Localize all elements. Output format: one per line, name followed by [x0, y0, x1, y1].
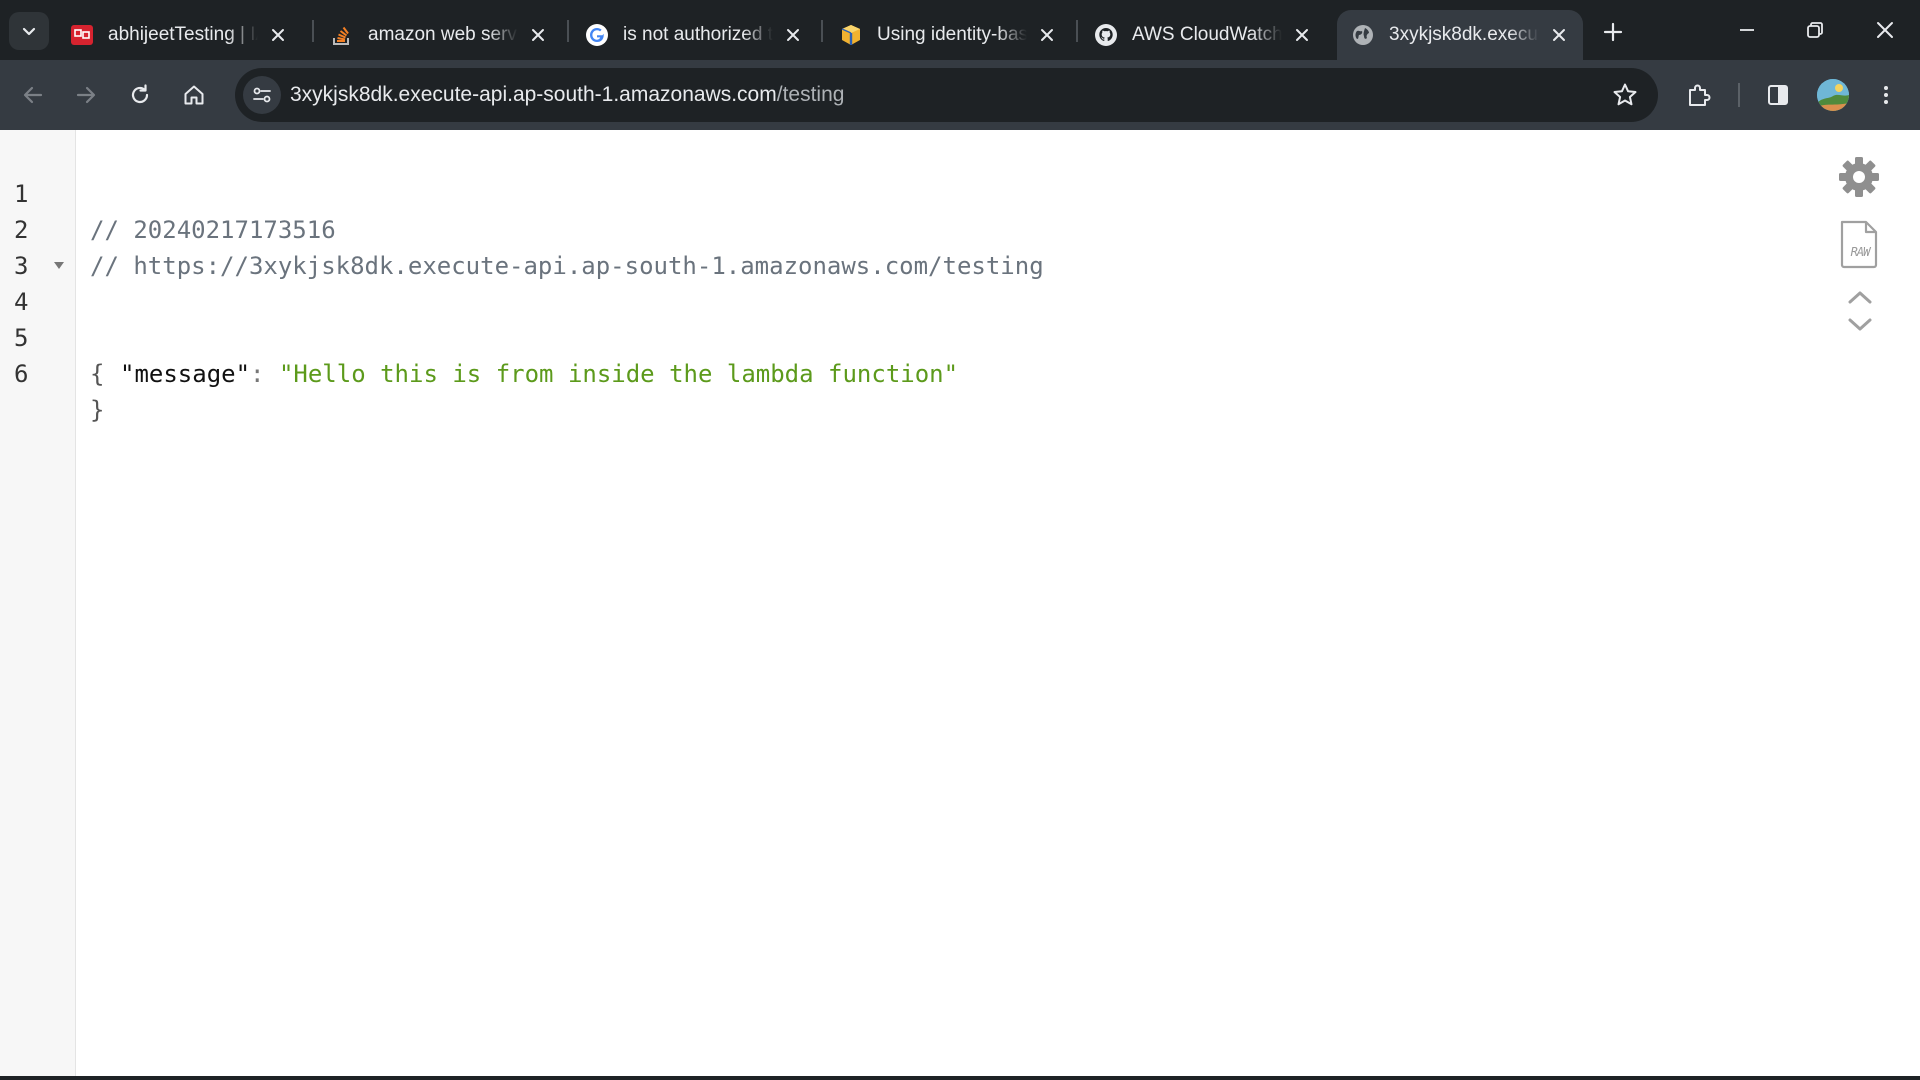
tab-google[interactable]: is not authorized to	[571, 10, 817, 60]
arrow-right-icon	[76, 86, 96, 104]
aws-docs-icon	[839, 23, 863, 47]
restore-icon	[1807, 22, 1823, 38]
chevron-down-icon	[22, 27, 36, 36]
code-line: 4 {	[0, 248, 1800, 388]
avatar-icon	[1817, 79, 1849, 111]
side-panel-icon	[1768, 85, 1788, 105]
tune-icon	[253, 87, 271, 103]
tab-execute-api[interactable]: 3xykjsk8dk.execute-api	[1337, 10, 1583, 60]
tab-strip: abhijeetTesting | IAM amazon web service…	[0, 0, 1920, 60]
minimize-button[interactable]	[1727, 10, 1767, 50]
collapse-all-button[interactable]	[1846, 314, 1874, 336]
tab-title: AWS CloudWatch Logs	[1132, 24, 1282, 45]
close-brace: }	[90, 396, 105, 424]
stackoverflow-icon	[330, 23, 354, 47]
json-property: "message": "Hello this is from inside th…	[120, 356, 958, 392]
close-icon[interactable]	[1292, 25, 1312, 45]
browser-toolbar: 3xykjsk8dk.execute-api.ap-south-1.amazon…	[0, 60, 1920, 130]
home-button[interactable]	[174, 75, 214, 115]
aws-iam-icon	[70, 23, 94, 47]
tab-search-button[interactable]	[9, 12, 49, 50]
tab-aws-docs[interactable]: Using identity-based	[825, 10, 1071, 60]
raw-label: RAW	[1850, 245, 1871, 259]
gear-icon	[1839, 157, 1879, 197]
toolbar-separator	[1738, 83, 1740, 107]
kebab-menu-icon	[1884, 86, 1888, 104]
close-icon	[1877, 22, 1893, 38]
tab-github[interactable]: AWS CloudWatch Logs	[1080, 10, 1326, 60]
tab-stackoverflow[interactable]: amazon web services	[316, 10, 562, 60]
json-key: "message"	[120, 360, 251, 388]
profile-avatar[interactable]	[1817, 79, 1849, 111]
close-icon[interactable]	[783, 25, 803, 45]
code-line: 6 }	[0, 320, 1800, 424]
forward-button[interactable]	[66, 75, 106, 115]
json-viewer: 1 // 20240217173516 2 // https://3xykjsk…	[0, 130, 1920, 1076]
tab-title: abhijeetTesting | IAM	[108, 24, 258, 45]
reload-button[interactable]	[120, 75, 160, 115]
url-host: 3xykjsk8dk.execute-api.ap-south-1.amazon…	[290, 83, 777, 106]
fold-toggle[interactable]	[54, 262, 64, 269]
browser-menu-button[interactable]	[1866, 75, 1906, 115]
github-icon	[1094, 23, 1118, 47]
minimize-icon	[1740, 29, 1754, 31]
tab-separator	[567, 20, 569, 42]
tab-title: amazon web services	[368, 24, 518, 45]
tab-title: Using identity-based	[877, 24, 1027, 45]
back-button[interactable]	[13, 75, 53, 115]
tab-separator	[312, 20, 314, 42]
arrow-left-icon	[23, 86, 43, 104]
tab-separator	[1076, 20, 1078, 42]
bookmark-button[interactable]	[1610, 80, 1640, 110]
close-icon[interactable]	[1037, 25, 1057, 45]
raw-file-icon	[1840, 220, 1878, 269]
tab-title: 3xykjsk8dk.execute-api	[1389, 24, 1539, 45]
extensions-button[interactable]	[1679, 75, 1719, 115]
code-line: 3	[0, 212, 1800, 280]
settings-button[interactable]	[1836, 154, 1882, 200]
close-icon[interactable]	[268, 25, 288, 45]
json-string-value: "Hello this is from inside the lambda fu…	[278, 360, 959, 388]
address-bar[interactable]: 3xykjsk8dk.execute-api.ap-south-1.amazon…	[235, 68, 1658, 122]
url-path: /testing	[776, 83, 845, 106]
site-info-button[interactable]	[243, 76, 281, 114]
puzzle-icon	[1689, 84, 1711, 106]
side-panel-button[interactable]	[1758, 75, 1798, 115]
star-icon	[1613, 83, 1637, 106]
home-icon	[184, 85, 204, 105]
raw-view-button[interactable]: RAW	[1838, 219, 1880, 269]
code-line: 1 // 20240217173516	[0, 140, 1800, 244]
tab-iam[interactable]: abhijeetTesting | IAM	[56, 10, 302, 60]
chevron-down-icon	[1848, 318, 1872, 331]
close-icon[interactable]	[1549, 25, 1569, 45]
expand-all-button[interactable]	[1846, 286, 1874, 308]
url-text[interactable]: 3xykjsk8dk.execute-api.ap-south-1.amazon…	[290, 68, 844, 122]
new-tab-button[interactable]	[1597, 16, 1629, 48]
json-colon: :	[250, 360, 279, 388]
chevron-up-icon	[1848, 291, 1872, 304]
google-icon	[585, 23, 609, 47]
close-window-button[interactable]	[1865, 10, 1905, 50]
code-line: 5 "message": "Hello this is from inside …	[0, 284, 1800, 388]
plus-icon	[1603, 22, 1623, 42]
line-number: 6	[14, 360, 29, 388]
reload-icon	[131, 84, 149, 104]
tab-title: is not authorized to	[623, 24, 773, 45]
restore-button[interactable]	[1795, 10, 1835, 50]
open-brace: {	[90, 360, 105, 388]
tab-separator	[821, 20, 823, 42]
globe-icon	[1351, 23, 1375, 47]
code-line: 2 // https://3xykjsk8dk.execute-api.ap-s…	[0, 176, 1800, 280]
window-bottom-edge	[0, 1076, 1920, 1080]
close-icon[interactable]	[528, 25, 548, 45]
